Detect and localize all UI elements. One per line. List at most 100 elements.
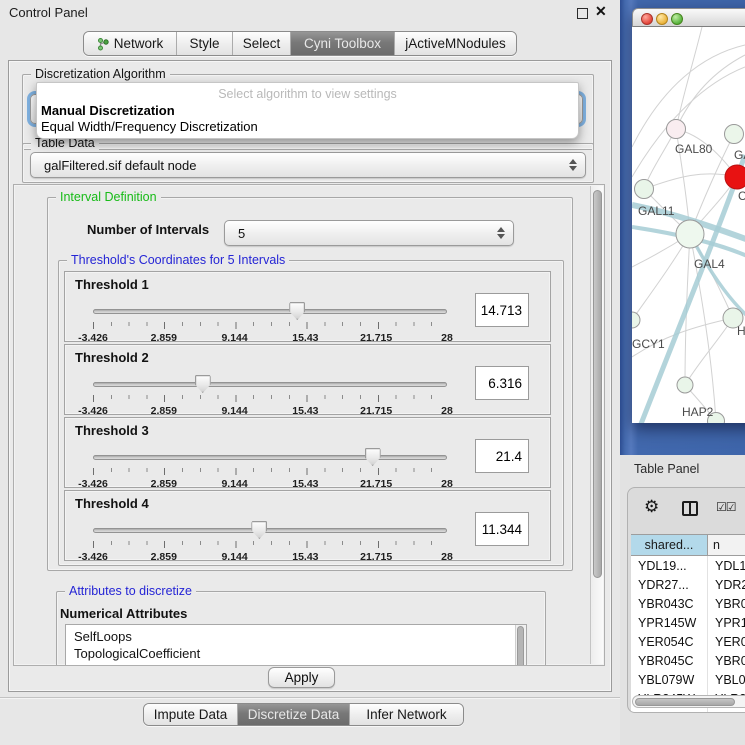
tick-label: -3.426 [78,478,108,490]
slider-thumb[interactable] [365,448,381,466]
tick-label: 9.144 [221,405,247,417]
attributes-group: Attributes to discretize Numerical Attri… [56,591,546,666]
popup-option-manual[interactable]: Manual Discretization [41,103,175,118]
network-window-titlebar[interactable] [632,8,745,27]
table-row[interactable]: YDL19... YDL1 [631,556,745,575]
threshold-4-box: Threshold 4 -3.426 2.859 9.144 15.43 21.… [64,490,551,561]
tab-style[interactable]: Style [177,32,233,55]
network-graph: GAL80 GA C GAL11 GAL4 GCY1 H HAP2 [632,27,745,423]
numerical-attributes-list[interactable]: SelfLoops TopologicalCoefficient Between… [65,624,527,666]
node-selected-red[interactable] [725,165,745,189]
columns-icon[interactable] [682,501,698,516]
tick-label: 28 [441,405,453,417]
tab-jactivemnodules[interactable]: jActiveMNodules [395,32,516,55]
network-view-window[interactable]: GAL80 GA C GAL11 GAL4 GCY1 H HAP2 [632,8,745,423]
node-hap2[interactable] [677,377,693,393]
table-data-combo[interactable]: galFiltered.sif default node [30,152,586,178]
node-label: GAL11 [638,204,675,218]
slider-track[interactable] [93,455,447,460]
tab-cyni-toolbox[interactable]: Cyni Toolbox [291,32,395,55]
slider-track[interactable] [93,382,447,387]
table-row[interactable]: YBR043C YBR0 [631,594,745,613]
tick-label: 2.859 [151,478,177,490]
table-hscrollbar-thumb[interactable] [635,698,735,706]
tick-label: 28 [441,478,453,490]
threshold-4-value[interactable]: 11.344 [475,512,529,546]
slider-track[interactable] [93,309,447,314]
slider-major-ticks [93,395,449,402]
threshold-3-value[interactable]: 21.4 [475,439,529,473]
node-gal4[interactable] [676,220,704,248]
list-item[interactable]: SelfLoops [66,625,526,645]
slider-thumb[interactable] [195,375,211,393]
threshold-coords-label: Threshold's Coordinates for 5 Intervals [67,253,289,267]
node-gcy1[interactable] [632,312,640,328]
bottom-tab-bar: Impute Data Discretize Data Infer Networ… [143,703,464,726]
threshold-1-value[interactable]: 14.713 [475,293,529,327]
panel-scrollbar-thumb[interactable] [593,190,602,578]
threshold-3-label: Threshold 3 [75,423,149,438]
tick-label: 15.43 [292,551,318,563]
tab-network[interactable]: Network [84,32,177,55]
threshold-3-slider[interactable]: -3.426 2.859 9.144 15.43 21.715 28 [93,451,447,489]
threshold-4-slider[interactable]: -3.426 2.859 9.144 15.43 21.715 28 [93,524,447,562]
panel-title: Control Panel [9,5,88,20]
node-label: C [738,189,745,203]
tick-label: 15.43 [292,332,318,344]
column-header-shared[interactable]: shared... [631,535,708,555]
node-label: GAL4 [694,257,725,271]
node-gal11[interactable] [635,180,654,199]
node-ga[interactable] [725,125,744,144]
tick-label: -3.426 [78,405,108,417]
table-row[interactable]: YER054C YER0 [631,632,745,651]
settings-scrollpane: Interval Definition Number of Intervals … [13,184,605,666]
tick-label: 15.43 [292,478,318,490]
combo-stepper-icon [569,159,577,171]
slider-major-ticks [93,468,449,475]
popup-option-equal-width[interactable]: Equal Width/Frequency Discretization [41,119,258,134]
tick-label: 2.859 [151,551,177,563]
zoom-traffic-light-icon[interactable] [671,13,683,25]
slider-track[interactable] [93,528,447,533]
slider-thumb[interactable] [289,302,305,320]
close-traffic-light-icon[interactable] [641,13,653,25]
table-row[interactable]: YBR045C YBR0 [631,651,745,670]
tick-label: 21.715 [360,332,392,344]
table-row[interactable]: YPR145W YPR1 [631,613,745,632]
tab-select[interactable]: Select [233,32,291,55]
table-horizontal-scrollbar[interactable] [632,695,745,708]
divider [0,697,620,698]
tab-infer-network[interactable]: Infer Network [350,704,463,725]
threshold-1-slider[interactable]: -3.426 2.859 9.144 15.43 21.715 28 [93,305,447,343]
list-scrollbar-thumb[interactable] [517,626,524,666]
close-icon[interactable]: ✕ [595,3,607,20]
tick-label: 21.715 [360,405,392,417]
minimize-traffic-light-icon[interactable] [656,13,668,25]
num-intervals-combo[interactable]: 5 [224,220,514,246]
tab-discretize-data[interactable]: Discretize Data [238,704,350,725]
table-row[interactable]: YDR27... YDR2 [631,575,745,594]
node-gal80[interactable] [667,120,686,139]
select-columns-checkboxes-icon[interactable]: ☑☑ [716,500,736,514]
attributes-group-label: Attributes to discretize [65,584,196,598]
list-item[interactable]: TopologicalCoefficient [66,645,526,662]
table-row[interactable]: YBL079W YBL0 [631,670,745,689]
tick-label: 21.715 [360,551,392,563]
panel-scrollbar[interactable] [590,186,603,664]
column-header-name[interactable]: n [708,535,745,555]
node-label: GAL80 [675,142,713,156]
list-scrollbar[interactable] [515,625,526,666]
tab-impute-data[interactable]: Impute Data [144,704,238,725]
slider-thumb[interactable] [251,521,267,539]
threshold-2-slider[interactable]: -3.426 2.859 9.144 15.43 21.715 28 [93,378,447,416]
threshold-1-label: Threshold 1 [75,277,149,292]
tick-label: 2.859 [151,405,177,417]
threshold-2-value[interactable]: 6.316 [475,366,529,400]
float-window-icon[interactable] [577,8,588,19]
network-canvas[interactable]: GAL80 GA C GAL11 GAL4 GCY1 H HAP2 [632,27,745,423]
list-item[interactable]: BetweennessCentrality [66,662,526,666]
table-panel-title: Table Panel [634,462,699,476]
apply-button[interactable]: Apply [268,667,335,688]
table-row[interactable]: YIL052C YIL0 [631,708,745,713]
gear-icon[interactable]: ⚙ [644,497,659,517]
